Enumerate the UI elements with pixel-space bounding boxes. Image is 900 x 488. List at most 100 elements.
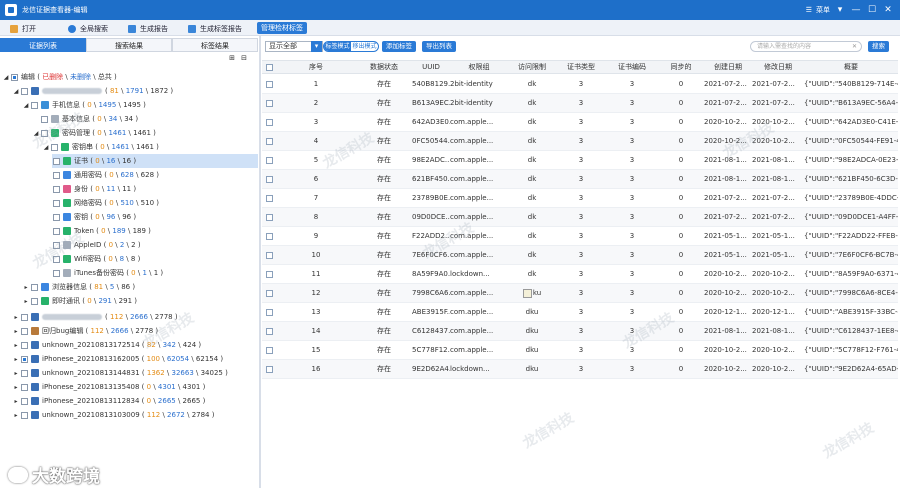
collapse-icon[interactable]: ◢ <box>22 102 30 109</box>
row-checkbox[interactable] <box>262 75 276 93</box>
tree-checkbox[interactable] <box>41 129 48 137</box>
tree-checkbox[interactable] <box>51 143 58 151</box>
checkbox-icon[interactable] <box>265 80 273 88</box>
manage-tags-button[interactable]: 管理检材标签 <box>257 22 307 34</box>
tree-password-mgmt[interactable]: ◢ 密码管理 ( 0 \ 1461 \ 1461 ) <box>32 126 156 140</box>
row-checkbox[interactable] <box>262 246 276 264</box>
panel-splitter[interactable] <box>259 36 261 488</box>
gen-tag-report-button[interactable]: 生成标签报告 <box>188 23 242 34</box>
checkbox-icon[interactable] <box>265 365 273 373</box>
collapse-icon[interactable]: ◢ <box>42 144 50 151</box>
column-header[interactable]: 访问限制 <box>508 61 556 73</box>
tree-device[interactable]: ▸ unknown_20210813103009 ( 112 \ 2672 \ … <box>12 408 214 422</box>
expand-icon[interactable]: ▸ <box>12 356 20 363</box>
row-checkbox[interactable] <box>262 284 276 302</box>
column-header[interactable]: 同步的 <box>658 61 704 73</box>
mode-toggle[interactable]: 标签模式 移出模式 <box>323 41 379 52</box>
row-checkbox[interactable] <box>262 113 276 131</box>
global-search-button[interactable]: 全局搜索 <box>68 23 108 34</box>
gen-report-button[interactable]: 生成报告 <box>128 23 168 34</box>
dropdown-icon[interactable]: ▾ <box>832 3 848 17</box>
tab-evidence-list[interactable]: 证据列表 <box>0 38 86 52</box>
tree-checkbox[interactable] <box>31 297 38 305</box>
row-checkbox[interactable] <box>262 360 276 378</box>
tab-tag-results[interactable]: 标签结果 <box>172 38 258 52</box>
row-checkbox[interactable] <box>262 151 276 169</box>
expand-all-icon[interactable]: ⊞ <box>226 54 238 62</box>
tree-keychain-item[interactable]: 身份 ( 0 \ 11 \ 11 ) <box>52 182 136 196</box>
tree-browser[interactable]: ▸ 浏览器信息 ( 81 \ 5 \ 86 ) <box>22 280 135 294</box>
search-button[interactable]: 搜索 <box>868 41 889 52</box>
table-row[interactable]: 14 存在 C6128437...com.apple... dku 3 3 0 2021-08… <box>262 322 898 341</box>
expand-icon[interactable]: ▸ <box>12 342 20 349</box>
tree-phone-info[interactable]: ◢ 手机信息 ( 0 \ 1495 \ 1495 ) <box>22 98 146 112</box>
collapse-icon[interactable]: ◢ <box>12 88 20 95</box>
select-all-checkbox[interactable] <box>262 61 276 73</box>
tree-checkbox[interactable] <box>21 313 28 321</box>
display-filter-select[interactable]: 显示全部 <box>265 41 323 52</box>
tree-checkbox[interactable] <box>21 383 28 391</box>
minimize-icon[interactable]: — <box>848 3 864 17</box>
row-checkbox[interactable] <box>262 132 276 150</box>
tree-keychain-item[interactable]: 网络密码 ( 0 \ 510 \ 510 ) <box>52 196 159 210</box>
tree-keychain-item[interactable]: 通用密码 ( 0 \ 628 \ 628 ) <box>52 168 159 182</box>
table-row[interactable]: 1 存在 540B8129...2bit-identity dk 3 3 0 2021-07-… <box>262 75 898 94</box>
menu-label[interactable]: 菜单 <box>816 5 830 15</box>
table-row[interactable]: 5 存在 98E2ADC... com.apple... dk 3 3 0 2021-08-1.… <box>262 151 898 170</box>
tree-keychain-item[interactable]: Token ( 0 \ 189 \ 189 ) <box>52 224 151 238</box>
checkbox-icon[interactable] <box>265 327 273 335</box>
row-checkbox[interactable] <box>262 341 276 359</box>
tree-checkbox[interactable] <box>41 115 48 123</box>
tree-keychain-item[interactable]: 证书 ( 0 \ 16 \ 16 ) <box>52 154 258 168</box>
tree-checkbox[interactable] <box>31 283 38 291</box>
tree-checkbox[interactable] <box>31 101 38 109</box>
table-row[interactable]: 16 存在 9E2D62A4...lockdown... dku 3 3 0 2020-10-… <box>262 360 898 379</box>
tree-checkbox[interactable] <box>53 255 60 263</box>
tree-device[interactable]: ▸ ( 112 \ 2666 \ 2778 ) <box>12 310 178 324</box>
table-row[interactable]: 2 存在 B613A9EC...2bit-identity dk 3 3 0 2021-07-… <box>262 94 898 113</box>
expand-icon[interactable]: ▸ <box>12 398 20 405</box>
checkbox-icon[interactable] <box>265 346 273 354</box>
collapse-icon[interactable]: ◢ <box>32 130 40 137</box>
row-checkbox[interactable] <box>262 208 276 226</box>
tree-checkbox[interactable] <box>11 73 18 81</box>
column-header[interactable]: 证书编码 <box>606 61 658 73</box>
collapse-icon[interactable]: ◢ <box>2 74 10 81</box>
tree-device[interactable]: ▸ 回归bug编辑 ( 112 \ 2666 \ 2778 ) <box>12 324 158 338</box>
tree-checkbox[interactable] <box>53 171 60 179</box>
tree-keychain-item[interactable]: 密钥 ( 0 \ 96 \ 96 ) <box>52 210 136 224</box>
export-list-button[interactable]: 导出列表 <box>422 41 456 52</box>
expand-icon[interactable]: ▸ <box>22 298 30 305</box>
collapse-all-icon[interactable]: ⊟ <box>238 54 250 62</box>
tree-checkbox[interactable] <box>21 397 28 405</box>
tree-checkbox[interactable] <box>21 341 28 349</box>
table-row[interactable]: 3 存在 642AD3E0...com.apple... dk 3 3 0 2020-10-2… <box>262 113 898 132</box>
tree-device[interactable]: ▸ iPhonese_20210813112834 ( 0 \ 2665 \ 2… <box>12 394 205 408</box>
table-row[interactable]: 11 存在 8A59F9A0...lockdown... dk 3 3 0 2020-10-2… <box>262 265 898 284</box>
row-checkbox[interactable] <box>262 303 276 321</box>
expand-icon[interactable]: ▸ <box>12 412 20 419</box>
tree-checkbox[interactable] <box>21 355 28 363</box>
tree-checkbox[interactable] <box>53 157 60 165</box>
tree-checkbox[interactable] <box>53 227 60 235</box>
column-header[interactable]: 数据状态 <box>356 61 412 73</box>
tree-keychain[interactable]: ◢ 密钥串 ( 0 \ 1461 \ 1461 ) <box>42 140 159 154</box>
tree-checkbox[interactable] <box>21 369 28 377</box>
expand-icon[interactable]: ▸ <box>12 384 20 391</box>
checkbox-icon[interactable] <box>265 213 273 221</box>
close-icon[interactable]: ✕ <box>880 3 896 17</box>
tree-checkbox[interactable] <box>53 269 60 277</box>
column-header[interactable]: 概要 <box>804 61 898 73</box>
column-header[interactable]: 证书类型 <box>556 61 606 73</box>
checkbox-icon[interactable] <box>265 137 273 145</box>
tree-checkbox[interactable] <box>53 185 60 193</box>
checkbox-icon[interactable] <box>265 289 273 297</box>
search-input[interactable]: 请输入需查找的内容 ✕ <box>750 41 862 52</box>
tag-mode-option[interactable]: 标签模式 <box>324 42 351 51</box>
tree-checkbox[interactable] <box>21 87 28 95</box>
menu-icon[interactable]: ☰ <box>806 6 812 14</box>
tree-basic-info[interactable]: 基本信息 ( 0 \ 34 \ 34 ) <box>32 112 138 126</box>
row-checkbox[interactable] <box>262 170 276 188</box>
clear-icon[interactable]: ✕ <box>852 42 857 51</box>
tree-checkbox[interactable] <box>53 199 60 207</box>
